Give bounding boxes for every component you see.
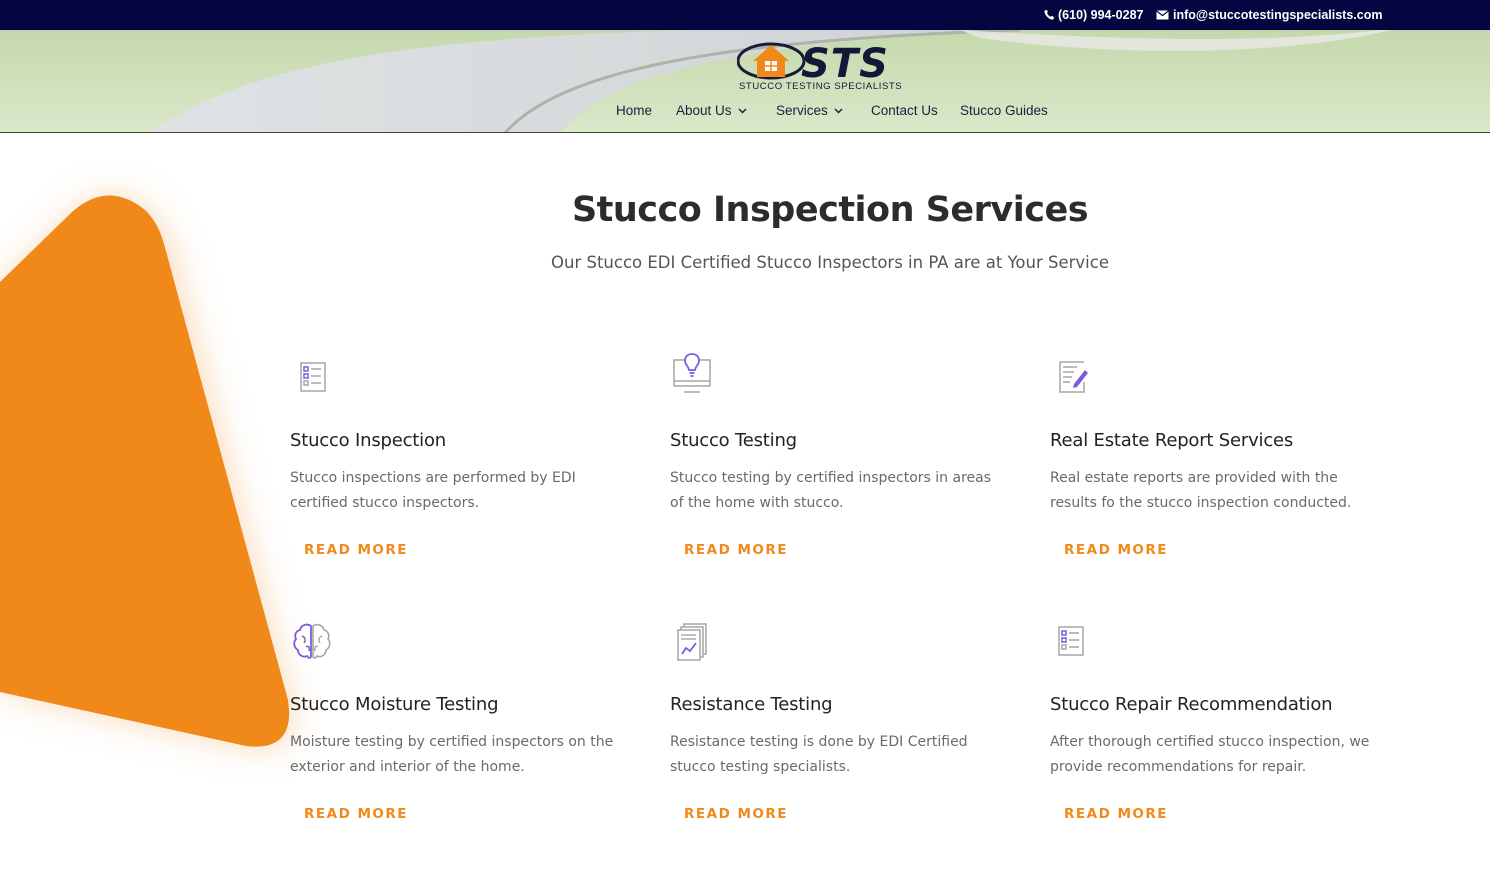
read-more-link[interactable]: READ MORE <box>1064 806 1168 822</box>
service-title: Real Estate Report Services <box>1050 430 1294 451</box>
read-more-link[interactable]: READ MORE <box>1064 542 1168 558</box>
read-more-link[interactable]: READ MORE <box>684 806 788 822</box>
phone-number: (610) 994-0287 <box>1058 8 1144 22</box>
phone-icon <box>1044 9 1055 20</box>
main-nav: Home About Us Services Contact Us Stucco… <box>0 103 1490 123</box>
nav-item-contact-us[interactable]: Contact Us <box>871 103 938 118</box>
email-address: info@stuccotestingspecialists.com <box>1173 8 1383 22</box>
section-subtitle: Our Stucco EDI Certified Stucco Inspecto… <box>551 253 1109 272</box>
read-more-link[interactable]: READ MORE <box>304 806 408 822</box>
service-description: Resistance testing is done by EDI Certif… <box>670 734 968 775</box>
envelope-icon <box>1156 10 1169 20</box>
service-description: Stucco inspections are performed by EDI … <box>290 470 576 511</box>
brain-icon <box>293 623 331 659</box>
service-title: Stucco Moisture Testing <box>290 694 499 715</box>
service-description: After thorough certified stucco inspecti… <box>1050 734 1370 775</box>
nav-item-label: Services <box>776 103 828 118</box>
nav-item-label: About Us <box>676 103 732 118</box>
email-link[interactable]: info@stuccotestingspecialists.com <box>1156 8 1382 22</box>
logo-tagline: STUCCO TESTING SPECIALISTS <box>739 81 902 92</box>
top-contact-bar: (610) 994-0287 info@stuccotestingspecial… <box>0 0 1490 30</box>
service-description: Moisture testing by certified inspectors… <box>290 734 614 775</box>
sts-logo[interactable]: STS STUCCO TESTING SPECIALISTS <box>737 39 925 93</box>
service-title: Stucco Repair Recommendation <box>1050 694 1333 715</box>
service-title: Resistance Testing <box>670 694 833 715</box>
checklist-icon <box>300 362 326 392</box>
documents-chart-icon <box>677 623 707 661</box>
nav-item-stucco-guides[interactable]: Stucco Guides <box>960 103 1048 118</box>
service-description: Stucco testing by certified inspectors i… <box>670 470 992 511</box>
nav-item-home[interactable]: Home <box>616 103 652 118</box>
lightbulb-monitor-icon <box>673 353 711 393</box>
chevron-down-icon <box>834 107 843 114</box>
decorative-orange-shape <box>0 195 292 747</box>
service-description: Real estate reports are provided with th… <box>1050 470 1352 511</box>
section-title: Stucco Inspection Services <box>571 190 1089 230</box>
nav-item-label: Stucco Guides <box>960 103 1048 118</box>
report-pen-icon <box>1059 361 1088 393</box>
nav-item-label: Home <box>616 103 653 118</box>
nav-item-services[interactable]: Services <box>776 103 843 118</box>
service-title: Stucco Inspection <box>290 430 446 451</box>
chevron-down-icon <box>738 107 747 114</box>
read-more-link[interactable]: READ MORE <box>304 542 408 558</box>
read-more-link[interactable]: READ MORE <box>684 542 788 558</box>
service-title: Stucco Testing <box>670 430 797 451</box>
nav-item-about-us[interactable]: About Us <box>676 103 747 118</box>
phone-link[interactable]: (610) 994-0287 <box>1044 8 1143 22</box>
checklist-icon <box>1058 626 1084 656</box>
nav-item-label: Contact Us <box>871 103 938 118</box>
site-header: STS STUCCO TESTING SPECIALISTS Home Abou… <box>0 30 1490 133</box>
